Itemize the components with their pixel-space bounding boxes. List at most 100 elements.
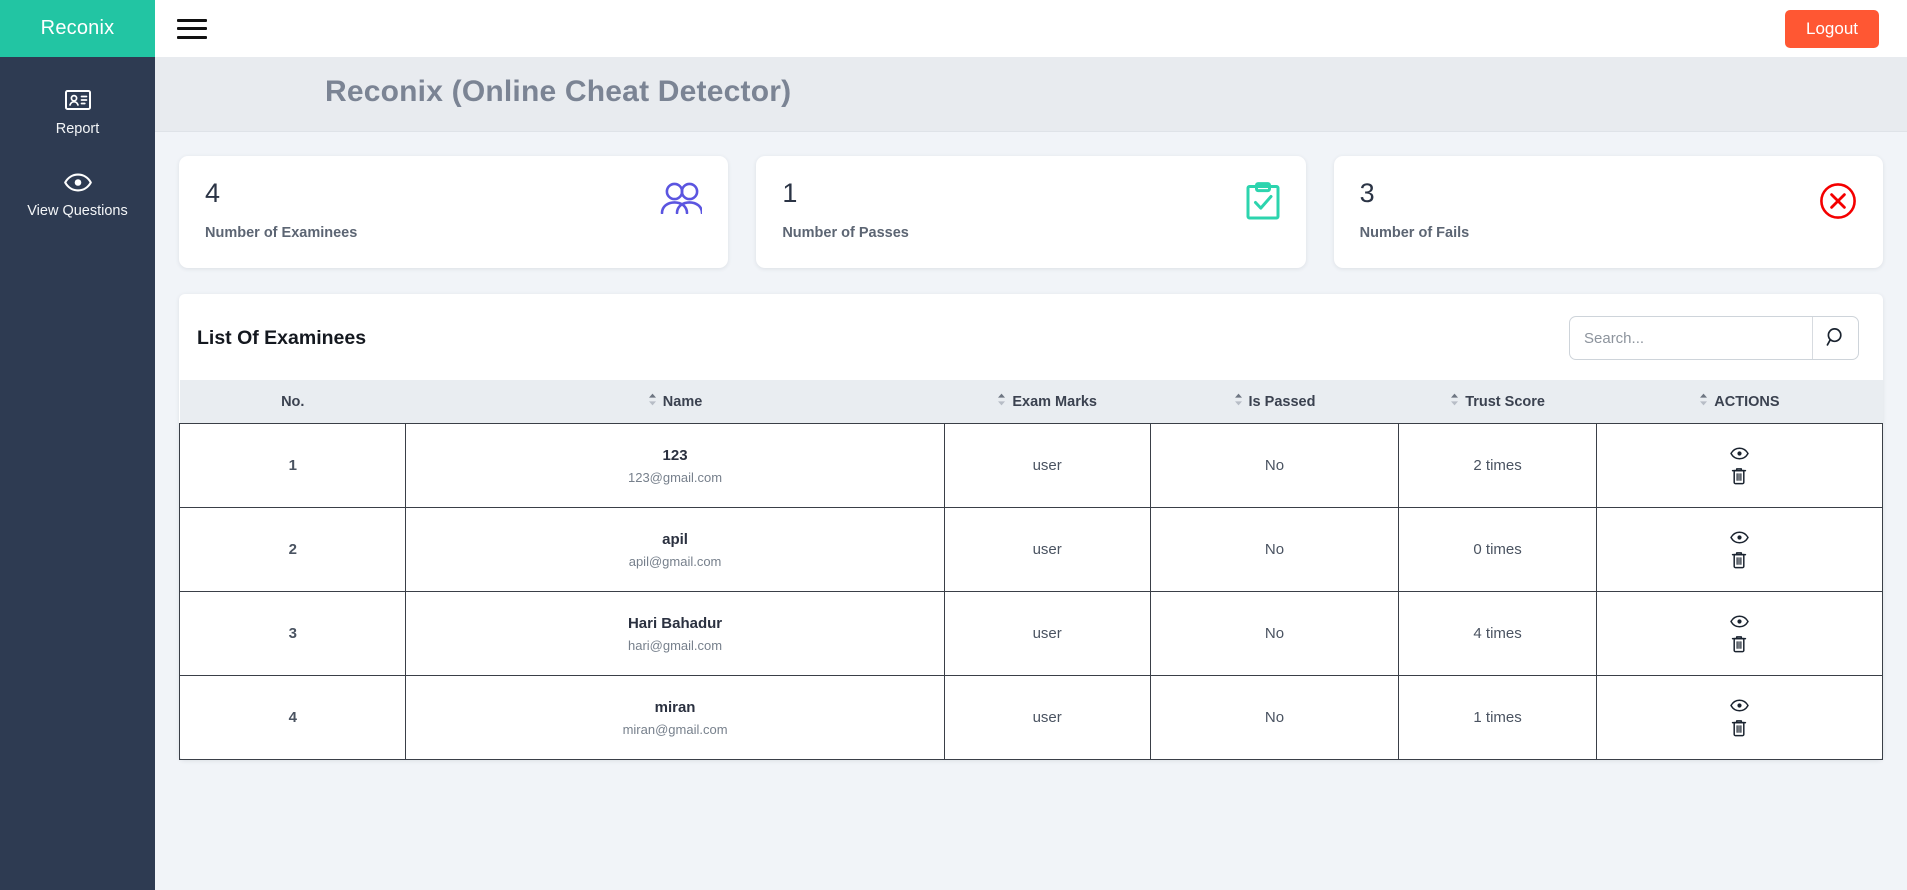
stat-text: 3 Number of Fails xyxy=(1360,178,1470,241)
stat-value: 4 xyxy=(205,178,221,208)
logout-button[interactable]: Logout xyxy=(1785,9,1879,48)
column-label: ACTIONS xyxy=(1714,393,1780,410)
clipboard-check-icon xyxy=(1246,182,1280,225)
eye-icon xyxy=(1730,446,1749,463)
hamburger-bar xyxy=(177,35,207,39)
examinee-name: Hari Bahadur xyxy=(627,614,723,632)
stat-text: 4 Number of Examinees xyxy=(205,178,357,241)
table-title: List Of Examinees xyxy=(197,326,367,349)
cell-trust-score: 1 times xyxy=(1398,675,1597,760)
column-label: Trust Score xyxy=(1465,393,1545,410)
sort-icon xyxy=(1699,393,1708,410)
view-row-button[interactable] xyxy=(1729,698,1750,713)
hamburger-bar xyxy=(177,18,207,22)
circle-x-icon xyxy=(1819,182,1857,225)
brand-label: Reconix xyxy=(40,17,115,39)
delete-row-button[interactable] xyxy=(1730,466,1748,486)
people-icon xyxy=(660,182,704,219)
cell-exam-marks: user xyxy=(943,423,1151,508)
trash-icon xyxy=(1731,635,1747,656)
trash-icon xyxy=(1731,719,1747,740)
topbar: Logout xyxy=(155,0,1907,57)
stats-row: 4 Number of Examinees 1 Number of Passes… xyxy=(179,156,1883,268)
cell-actions xyxy=(1595,423,1884,508)
cell-no: 4 xyxy=(178,675,407,760)
search-icon xyxy=(1826,327,1846,350)
eye-icon xyxy=(63,167,92,197)
column-header-actions[interactable]: ACTIONS xyxy=(1596,380,1883,424)
stat-label: Number of Examinees xyxy=(205,225,358,242)
cell-is-passed: No xyxy=(1149,675,1400,760)
cell-name: miran miran@gmail.com xyxy=(405,675,945,760)
cell-trust-score: 4 times xyxy=(1398,591,1597,676)
column-header-exam-marks[interactable]: Exam Marks xyxy=(944,380,1151,424)
stat-label: Number of Fails xyxy=(1359,225,1470,242)
examinee-email: miran@gmail.com xyxy=(622,722,728,738)
examinee-name: 123 xyxy=(662,446,688,464)
stat-value: 3 xyxy=(1359,178,1375,208)
main-area: Logout Reconix (Online Cheat Detector) 4… xyxy=(155,0,1907,890)
view-row-button[interactable] xyxy=(1729,446,1750,461)
view-row-button[interactable] xyxy=(1729,530,1750,545)
stat-value: 1 xyxy=(782,178,798,208)
app-root: Reconix Report View Questions Logout Rec… xyxy=(0,0,1907,890)
column-header-trust-score[interactable]: Trust Score xyxy=(1398,380,1597,424)
examinees-table: No. Name Exam Marks Is Passed Trust Scor… xyxy=(178,380,1884,760)
examinee-email: hari@gmail.com xyxy=(627,638,723,654)
sort-icon xyxy=(648,393,657,410)
examinee-email: apil@gmail.com xyxy=(628,554,722,570)
cell-name: Hari Bahadur hari@gmail.com xyxy=(405,591,945,676)
table-row: 4 miran miran@gmail.com user No 1 times xyxy=(178,675,1884,760)
search-input[interactable] xyxy=(1570,329,1812,347)
sidebar-item-report[interactable]: Report xyxy=(0,71,155,153)
eye-icon xyxy=(1730,698,1749,715)
column-header-name[interactable]: Name xyxy=(405,380,945,424)
cell-name: 123 123@gmail.com xyxy=(405,423,945,508)
column-label: Is Passed xyxy=(1248,393,1316,410)
column-label: Exam Marks xyxy=(1012,393,1097,410)
hamburger-menu-icon[interactable] xyxy=(177,17,207,41)
column-header-no[interactable]: No. xyxy=(179,380,406,424)
sidebar-item-label: View Questions xyxy=(27,203,128,219)
column-label: No. xyxy=(281,393,305,410)
id-card-icon xyxy=(64,85,91,115)
cell-is-passed: No xyxy=(1149,591,1400,676)
stat-text: 1 Number of Passes xyxy=(782,178,909,241)
delete-row-button[interactable] xyxy=(1730,718,1748,738)
cell-no: 1 xyxy=(178,423,407,508)
stat-card-fails: 3 Number of Fails xyxy=(1333,156,1883,268)
eye-icon xyxy=(1730,530,1749,547)
table-header: No. Name Exam Marks Is Passed Trust Scor… xyxy=(179,380,1883,424)
cell-is-passed: No xyxy=(1149,507,1400,592)
cell-no: 2 xyxy=(178,507,407,592)
cell-no: 3 xyxy=(178,591,407,676)
stat-card-passes: 1 Number of Passes xyxy=(756,156,1306,268)
examinee-email: 123@gmail.com xyxy=(627,470,723,486)
sidebar-menu: Report View Questions xyxy=(0,57,155,235)
table-header-row: No. Name Exam Marks Is Passed Trust Scor… xyxy=(179,380,1883,424)
examinee-name: miran xyxy=(654,698,696,716)
cell-actions xyxy=(1595,507,1884,592)
search-button[interactable] xyxy=(1812,317,1858,359)
table-row: 2 apil apil@gmail.com user No 0 times xyxy=(178,507,1884,592)
cell-trust-score: 2 times xyxy=(1398,423,1597,508)
sort-icon xyxy=(1450,393,1459,410)
cell-name: apil apil@gmail.com xyxy=(405,507,945,592)
search-box[interactable] xyxy=(1569,316,1859,360)
cell-trust-score: 0 times xyxy=(1398,507,1597,592)
delete-row-button[interactable] xyxy=(1730,634,1748,654)
trash-icon xyxy=(1731,467,1747,488)
sort-icon xyxy=(1234,393,1243,410)
sidebar-brand: Reconix xyxy=(0,0,155,57)
page-title-band: Reconix (Online Cheat Detector) xyxy=(155,57,1907,132)
table-body: 1 123 123@gmail.com user No 2 times 2 ap… xyxy=(178,423,1884,760)
sidebar-item-view-questions[interactable]: View Questions xyxy=(0,153,155,235)
column-label: Name xyxy=(662,393,703,410)
examinees-table-card: List Of Examinees Search... No. Name Exa… xyxy=(178,294,1884,760)
eye-icon xyxy=(1730,614,1749,631)
column-header-is-passed[interactable]: Is Passed xyxy=(1150,380,1399,424)
table-toolbar: List Of Examinees xyxy=(179,294,1883,380)
cell-actions xyxy=(1595,591,1884,676)
delete-row-button[interactable] xyxy=(1730,550,1748,570)
view-row-button[interactable] xyxy=(1729,614,1750,629)
